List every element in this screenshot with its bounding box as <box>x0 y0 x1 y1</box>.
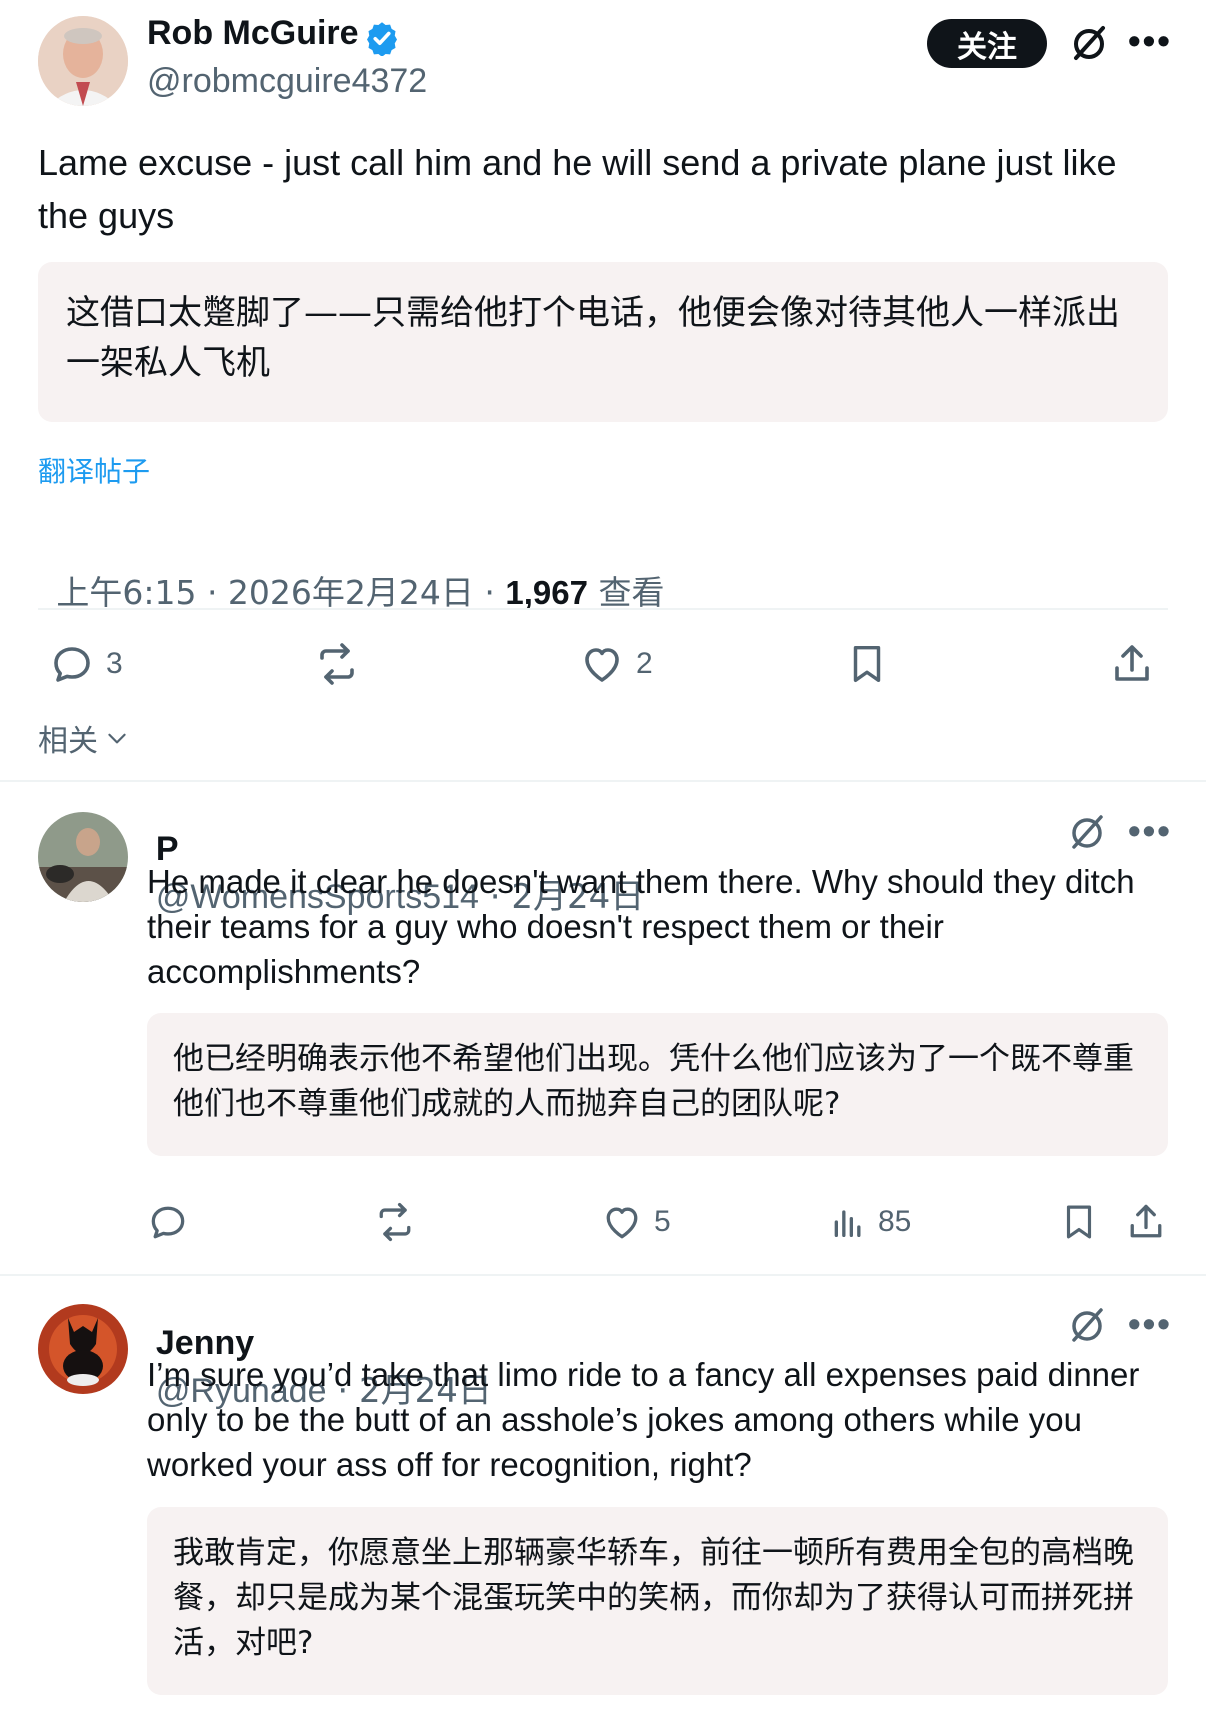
repost-icon <box>320 643 354 685</box>
follow-button[interactable]: 关注 <box>927 19 1047 68</box>
reply-share-button[interactable] <box>1124 1200 1168 1244</box>
reply-translation-text: 我敢肯定，你愿意坐上那辆豪华轿车，前往一顿所有费用全包的高档晚餐，却只是成为某个… <box>173 1535 1134 1661</box>
divider <box>38 608 1168 610</box>
reply-divider <box>0 1274 1206 1276</box>
views-label: 查看 <box>587 573 665 612</box>
reply-count: 3 <box>106 647 123 680</box>
reply-like-count: 5 <box>654 1205 671 1238</box>
reply-icon <box>151 1206 185 1239</box>
translation-box: 这借口太蹩脚了——只需给他打个电话，他便会像对待其他人一样派出一架私人飞机 <box>38 262 1168 422</box>
bookmark-icon <box>1066 1205 1092 1239</box>
reply-bookmark-button[interactable] <box>1058 1200 1100 1244</box>
bookmark-button[interactable] <box>844 640 890 688</box>
reply-like-button[interactable]: 5 <box>600 1200 671 1244</box>
reply-translation-box: 我敢肯定，你愿意坐上那辆豪华轿车，前往一顿所有费用全包的高档晚餐，却只是成为某个… <box>147 1507 1168 1695</box>
reply-avatar[interactable] <box>38 812 128 902</box>
reply-avatar-image <box>38 1304 128 1394</box>
reply-reply-button[interactable] <box>146 1200 190 1244</box>
reply-avatar[interactable] <box>38 1304 128 1394</box>
post-text: Lame excuse - just call him and he will … <box>38 142 1117 236</box>
avatar[interactable] <box>38 16 128 106</box>
heart-icon <box>606 1207 638 1239</box>
reply-more-options-icon[interactable]: ••• <box>1128 1303 1172 1345</box>
related-toggle[interactable]: 相关 <box>38 716 130 760</box>
post-meta: 上午6:15 · 2026年2月24日 · 1,967 查看 <box>38 528 664 614</box>
translation-text: 这借口太蹩脚了——只需给他打个电话，他便会像对待其他人一样派出一架私人飞机 <box>66 293 1120 383</box>
avatar-image <box>38 16 128 106</box>
reply-grok-icon[interactable] <box>1066 1304 1108 1346</box>
grok-icon[interactable] <box>1068 22 1110 64</box>
more-options-icon[interactable]: ••• <box>1128 20 1172 62</box>
reply-views-button[interactable]: 85 <box>828 1200 911 1244</box>
like-button[interactable]: 2 <box>578 640 653 688</box>
author-name[interactable]: Rob McGuire <box>147 14 359 53</box>
verified-badge-icon <box>364 20 400 57</box>
section-divider <box>0 780 1206 782</box>
reply-text: He made it clear he doesn't want them th… <box>147 863 1135 990</box>
reply-avatar-image <box>38 812 128 902</box>
reply-text: I’m sure you’d take that limo ride to a … <box>147 1356 1140 1483</box>
like-count: 2 <box>636 647 653 680</box>
repost-icon <box>379 1202 411 1242</box>
share-icon <box>1130 1204 1162 1238</box>
reply-repost-button[interactable] <box>372 1200 418 1244</box>
bookmark-icon <box>853 645 881 683</box>
reply-button[interactable]: 3 <box>48 640 123 688</box>
reply-grok-icon[interactable] <box>1066 811 1108 853</box>
heart-icon <box>585 648 619 682</box>
reply-translation-box: 他已经明确表示他不希望他们出现。凭什么他们应该为了一个既不尊重他们也不尊重他们成… <box>147 1013 1168 1156</box>
views-count: 1,967 <box>505 574 588 611</box>
share-button[interactable] <box>1108 640 1156 688</box>
post-timestamp[interactable]: 上午6:15 · 2026年2月24日 · <box>56 573 505 612</box>
reply-translation-text: 他已经明确表示他不希望他们出现。凭什么他们应该为了一个既不尊重他们也不尊重他们成… <box>173 1041 1134 1122</box>
share-icon <box>1115 645 1149 681</box>
reply-more-options-icon[interactable]: ••• <box>1128 810 1172 852</box>
reply-icon <box>54 647 90 682</box>
reply-views-count: 85 <box>878 1205 912 1238</box>
translate-post-link[interactable]: 翻译帖子 <box>38 450 150 490</box>
chevron-down-icon <box>108 733 126 744</box>
author-handle[interactable]: @robmcguire4372 <box>147 62 427 101</box>
repost-button[interactable] <box>312 640 362 688</box>
analytics-icon <box>834 1210 861 1237</box>
related-label: 相关 <box>38 724 98 759</box>
